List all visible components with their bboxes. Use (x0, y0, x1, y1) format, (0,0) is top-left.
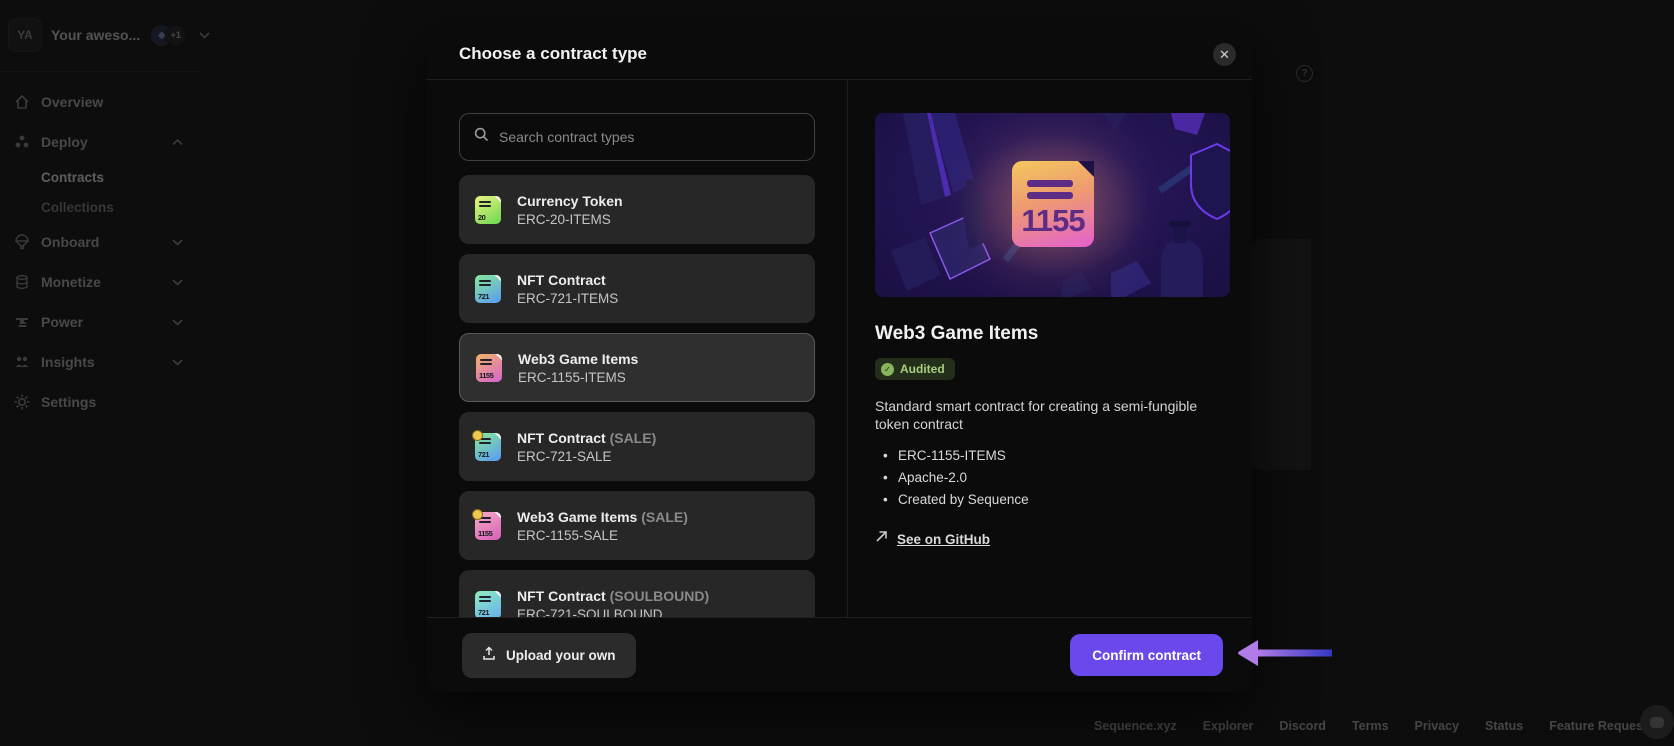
upload-icon (482, 646, 496, 664)
audited-badge: ✓ Audited (875, 358, 955, 380)
contract-item-erc1155-items-selected[interactable]: 1155 Web3 Game Items ERC-1155-ITEMS (459, 333, 815, 402)
contract-item-erc20-items[interactable]: 20 Currency Token ERC-20-ITEMS (459, 175, 815, 244)
detail-description: Standard smart contract for creating a s… (875, 398, 1198, 433)
erc721-sale-doc-icon: 721 (472, 429, 501, 461)
search-input[interactable] (499, 129, 800, 145)
external-link-icon (875, 530, 888, 548)
contract-hero-image: 1155 (875, 113, 1230, 297)
check-circle-icon: ✓ (881, 362, 894, 376)
audited-badge-label: Audited (900, 362, 945, 376)
erc1155-doc-icon: 1155 (476, 353, 502, 382)
contract-item-erc721-soulbound[interactable]: 721 NFT Contract (SOULBOUND) ERC-721-SOU… (459, 570, 815, 617)
see-on-github-link[interactable]: See on GitHub (875, 530, 990, 548)
annotation-arrow-icon (1238, 640, 1332, 666)
search-icon (474, 127, 489, 147)
detail-title: Web3 Game Items (875, 323, 1039, 344)
erc1155-sale-doc-icon: 1155 (472, 508, 501, 540)
modal-header: Choose a contract type ✕ (427, 29, 1252, 80)
contract-list: 20 Currency Token ERC-20-ITEMS 721 NFT C… (459, 175, 815, 617)
modal-footer: Upload your own Confirm contract (427, 617, 1252, 692)
contract-item-erc721-items[interactable]: 721 NFT Contract ERC-721-ITEMS (459, 254, 815, 323)
choose-contract-modal: Choose a contract type ✕ 20 Currency Tok… (427, 29, 1252, 692)
erc1155-number: 1155 (1021, 203, 1085, 238)
contract-list-pane: 20 Currency Token ERC-20-ITEMS 721 NFT C… (427, 80, 848, 617)
detail-bullet: ERC-1155-ITEMS (875, 447, 1225, 465)
detail-bullet-list: ERC-1155-ITEMS Apache-2.0 Created by Seq… (875, 447, 1225, 508)
close-button[interactable]: ✕ (1213, 43, 1236, 66)
upload-button-label: Upload your own (506, 647, 616, 663)
github-link-label: See on GitHub (897, 531, 991, 547)
detail-bullet: Created by Sequence (875, 491, 1225, 509)
erc721-soulbound-doc-icon: 721 (475, 590, 501, 617)
modal-title: Choose a contract type (459, 44, 647, 63)
confirm-contract-button[interactable]: Confirm contract (1070, 634, 1223, 676)
erc721-doc-icon: 721 (475, 274, 501, 303)
upload-your-own-button[interactable]: Upload your own (462, 632, 636, 678)
erc1155-document-icon: 1155 (1012, 161, 1094, 247)
search-box (459, 113, 815, 161)
contract-detail-pane: 1155 Web3 Game Items ✓ Audited Standard … (848, 80, 1252, 617)
app-window: YA Your aweso... ◆ +1 Overview (0, 0, 1674, 746)
erc20-doc-icon: 20 (475, 195, 501, 224)
detail-bullet: Apache-2.0 (875, 469, 1225, 487)
contract-item-erc1155-sale[interactable]: 1155 Web3 Game Items (SALE) ERC-1155-SAL… (459, 491, 815, 560)
contract-item-erc721-sale[interactable]: 721 NFT Contract (SALE) ERC-721-SALE (459, 412, 815, 481)
